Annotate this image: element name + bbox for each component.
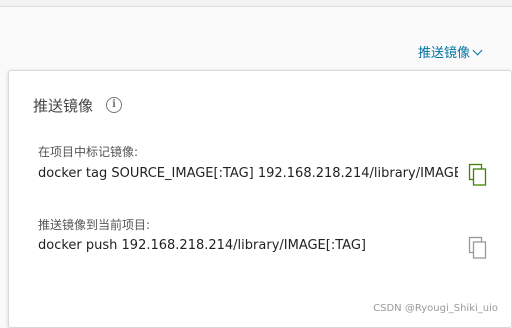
copy-push-command-button[interactable]	[468, 236, 488, 260]
copy-tag-command-button[interactable]	[468, 163, 488, 187]
top-bar	[0, 0, 512, 7]
copy-icon	[468, 163, 487, 186]
push-image-popover: 推送镜像 i 在项目中标记镜像: docker tag SOURCE_IMAGE…	[8, 70, 512, 328]
chevron-down-icon	[472, 45, 483, 55]
info-icon[interactable]: i	[106, 97, 122, 113]
tag-command-label: 在项目中标记镜像:	[38, 145, 139, 159]
push-command-label: 推送镜像到当前项目:	[38, 218, 151, 232]
push-image-dropdown[interactable]: 推送镜像	[418, 42, 483, 61]
watermark: CSDN @Ryougi_Shiki_uio	[373, 303, 498, 314]
push-command-text: docker push 192.168.218.214/library/IMAG…	[38, 238, 366, 253]
tag-command-text: docker tag SOURCE_IMAGE[:TAG] 192.168.21…	[38, 166, 458, 181]
copy-icon	[468, 236, 487, 259]
push-image-dropdown-label: 推送镜像	[418, 46, 471, 61]
popover-title: 推送镜像	[33, 97, 94, 115]
